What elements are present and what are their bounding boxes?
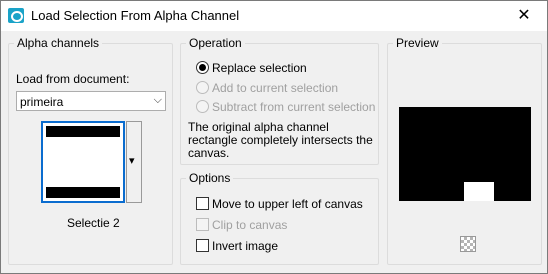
thumbnail-top-bar (46, 126, 120, 137)
subtract-from-selection-label[interactable]: Subtract from current selection (212, 100, 375, 114)
channel-name: Selectie 2 (67, 216, 120, 230)
title-bar[interactable]: Load Selection From Alpha Channel ✕ (1, 1, 547, 31)
invert-image-checkbox[interactable] (196, 239, 209, 252)
thumbnail-image (46, 126, 120, 198)
app-icon (8, 8, 24, 23)
replace-selection-radio[interactable] (196, 61, 209, 74)
dropdown-arrow-icon: ▾ (129, 155, 135, 167)
operation-legend: Operation (186, 36, 245, 50)
document-select-value: primeira (20, 95, 64, 109)
operation-message: The original alpha channel rectangle com… (188, 120, 373, 160)
clip-to-canvas-label[interactable]: Clip to canvas (212, 218, 287, 232)
preview-canvas (399, 107, 531, 201)
alpha-channels-legend: Alpha channels (14, 36, 103, 50)
window-title: Load Selection From Alpha Channel (31, 8, 240, 23)
chevron-down-icon: ⌵ (153, 94, 162, 106)
alpha-channels-group: Alpha channels Load from document: prime… (8, 36, 173, 265)
thumbnail-bottom-bar (46, 187, 120, 198)
move-to-upper-left-label[interactable]: Move to upper left of canvas (212, 197, 363, 211)
options-group: Options Move to upper left of canvas Cli… (180, 171, 379, 265)
move-to-upper-left-checkbox[interactable] (196, 197, 209, 210)
add-to-selection-radio[interactable] (196, 81, 209, 94)
dialog-window: Load Selection From Alpha Channel ✕ Alph… (0, 0, 548, 274)
add-to-selection-label[interactable]: Add to current selection (212, 81, 338, 95)
replace-selection-label[interactable]: Replace selection (212, 61, 307, 75)
close-button[interactable]: ✕ (501, 1, 547, 31)
clip-to-canvas-checkbox[interactable] (196, 218, 209, 231)
document-select[interactable]: primeira ⌵ (16, 91, 166, 111)
transparency-checker-icon[interactable] (460, 236, 476, 252)
preview-selection-rect (464, 182, 494, 201)
subtract-from-selection-radio[interactable] (196, 100, 209, 113)
close-icon: ✕ (517, 7, 531, 24)
channel-thumbnail[interactable] (41, 121, 125, 203)
operation-group: Operation Replace selection Add to curre… (180, 36, 379, 165)
preview-group: Preview (387, 36, 542, 265)
invert-image-label[interactable]: Invert image (212, 239, 278, 253)
options-legend: Options (186, 171, 234, 185)
load-from-label: Load from document: (16, 72, 130, 86)
preview-legend: Preview (393, 36, 442, 50)
channel-dropdown-button[interactable]: ▾ (126, 121, 142, 203)
